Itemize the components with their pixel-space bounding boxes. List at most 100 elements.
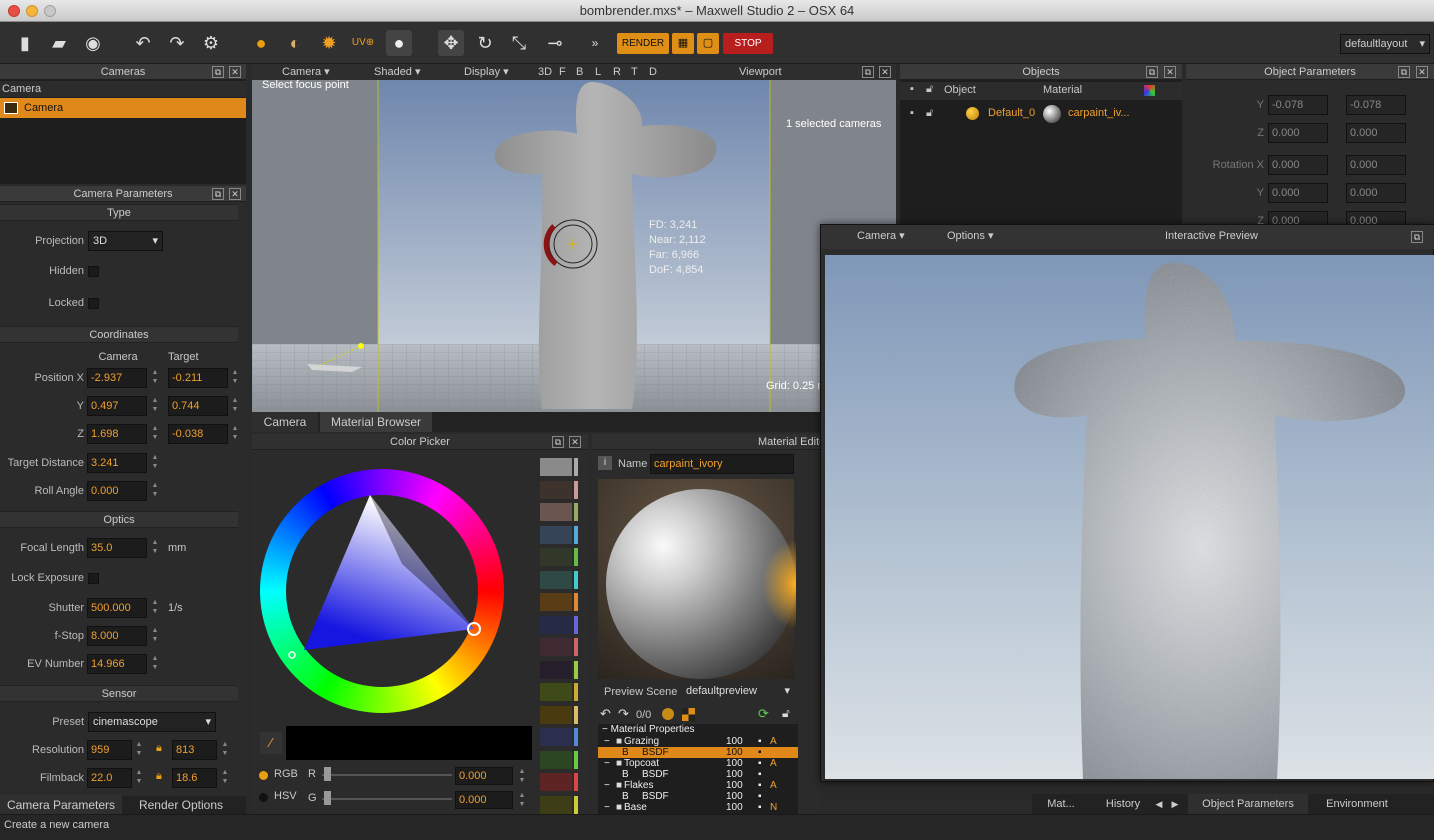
minimize-window-button[interactable] <box>26 5 38 17</box>
tab-render-options[interactable]: Render Options <box>124 795 238 815</box>
material-icon[interactable]: ◐ <box>282 30 308 56</box>
viewport-panel[interactable]: Camera ▾ Shaded ▾ Display ▾ 3D F B L R T… <box>252 64 896 412</box>
material-layer-row[interactable]: B BSDF 100 ▪ <box>598 769 798 780</box>
close-icon[interactable]: ✕ <box>229 188 241 200</box>
hsv-radio[interactable] <box>259 793 268 802</box>
resolution-width-input[interactable]: 959 <box>87 740 132 760</box>
stop-button[interactable]: STOP <box>723 33 773 54</box>
lock-icon[interactable]: 🔒︎ <box>156 770 162 783</box>
color-swatch[interactable] <box>540 750 572 769</box>
undock-icon[interactable]: ⧉ <box>212 188 224 200</box>
spinner[interactable]: ▲ ▼ <box>220 740 230 760</box>
spinner[interactable]: ▲ ▼ <box>150 368 160 388</box>
r-slider-track[interactable] <box>322 774 452 776</box>
lock-icon[interactable]: 🔒︎ <box>156 742 162 755</box>
view-bottom-button[interactable]: D <box>649 64 657 80</box>
spinner[interactable]: ▲ ▼ <box>150 654 160 674</box>
viewport-camera-menu[interactable]: Camera ▾ <box>282 64 330 80</box>
material-layer-row[interactable]: B BSDF 100 ▪ <box>598 791 798 802</box>
viewport-display-menu[interactable]: Display ▾ <box>464 64 509 80</box>
tab-materials[interactable]: Mat... <box>1032 794 1090 814</box>
g-slider-track[interactable] <box>322 798 452 800</box>
tab-environment[interactable]: Environment <box>1312 794 1402 814</box>
position-x-camera-input[interactable]: -2.937 <box>87 368 147 388</box>
object-param-input[interactable]: 0.000 <box>1346 123 1406 143</box>
undock-icon[interactable]: ⧉ <box>212 66 224 78</box>
gear-icon[interactable]: ⚙ <box>198 30 224 56</box>
spinner[interactable]: ▲ ▼ <box>517 791 527 809</box>
filmback-width-input[interactable]: 22.0 <box>87 768 132 788</box>
layer-toggle-icon[interactable]: ▪ <box>758 791 762 802</box>
tab-object-parameters[interactable]: Object Parameters <box>1188 794 1308 814</box>
color-swatch[interactable] <box>540 728 572 746</box>
emitter-icon[interactable]: ✹ <box>316 30 342 56</box>
spinner[interactable]: ▲ ▼ <box>150 424 160 444</box>
tab-scroll-left[interactable]: ◀ <box>1152 794 1166 814</box>
spinner[interactable]: ▲ ▼ <box>150 626 160 646</box>
view-right-button[interactable]: R <box>613 64 621 80</box>
spinner[interactable]: ▲ ▼ <box>517 767 527 785</box>
spinner[interactable]: ▲ ▼ <box>220 768 230 788</box>
visibility-icon[interactable]: ▪ <box>910 107 914 119</box>
zoom-window-button[interactable] <box>44 5 56 17</box>
close-window-button[interactable] <box>8 5 20 17</box>
tab-camera[interactable]: Camera <box>252 412 318 432</box>
tab-scroll-right[interactable]: ▶ <box>1168 794 1182 814</box>
color-swatch[interactable] <box>540 593 572 611</box>
redo-icon[interactable]: ↷ <box>618 706 629 722</box>
pivot-icon[interactable]: ⊸ <box>542 30 568 56</box>
object-param-input[interactable]: -0.078 <box>1268 95 1328 115</box>
close-icon[interactable]: ✕ <box>229 66 241 78</box>
ev-number-input[interactable]: 14.966 <box>87 654 147 674</box>
material-layer-row[interactable]: − ■ Grazing 100 ▪ A <box>598 736 798 747</box>
tab-material-browser[interactable]: Material Browser <box>320 412 432 432</box>
view-front-button[interactable]: F <box>559 64 566 80</box>
undock-icon[interactable]: ⧉ <box>1411 231 1423 243</box>
undock-icon[interactable]: ⧉ <box>552 436 564 448</box>
uv-icon[interactable]: UV⊕ <box>350 30 376 56</box>
close-icon[interactable]: ✕ <box>879 66 891 78</box>
g-slider-handle[interactable] <box>324 791 331 805</box>
object-row[interactable]: ▪ 🔓︎ Default_0 carpaint_iv... <box>900 102 1182 126</box>
saturation-triangle[interactable] <box>252 434 552 734</box>
region-render-icon[interactable]: ▦ <box>672 33 694 54</box>
r-slider-handle[interactable] <box>324 767 331 781</box>
color-swatch[interactable] <box>540 705 572 724</box>
spinner[interactable]: ▲ ▼ <box>150 453 160 473</box>
undo-icon[interactable]: ↶ <box>130 30 156 56</box>
redo-icon[interactable]: ↷ <box>164 30 190 56</box>
color-swatch[interactable] <box>540 458 572 476</box>
preset-select[interactable]: cinemascope ▾ <box>88 712 216 732</box>
position-y-camera-input[interactable]: 0.497 <box>87 396 147 416</box>
position-y-target-input[interactable]: 0.744 <box>168 396 228 416</box>
color-swatch[interactable] <box>540 660 572 679</box>
camera-list-item[interactable]: Camera <box>0 98 246 118</box>
position-x-target-input[interactable]: -0.211 <box>168 368 228 388</box>
projection-select[interactable]: 3D ▾ <box>88 231 163 251</box>
render-button[interactable]: RENDER <box>617 33 669 54</box>
preview-camera-menu[interactable]: Camera ▾ <box>857 225 905 247</box>
new-file-icon[interactable]: ▮ <box>12 30 38 56</box>
close-icon[interactable]: ✕ <box>569 436 581 448</box>
hidden-checkbox[interactable] <box>88 266 99 277</box>
open-folder-icon[interactable]: ▰ <box>46 30 72 56</box>
roll-angle-input[interactable]: 0.000 <box>87 481 147 501</box>
sphere-object-icon[interactable]: ● <box>248 30 274 56</box>
spinner[interactable]: ▲ ▼ <box>230 424 240 444</box>
object-param-input[interactable]: 0.000 <box>1268 155 1328 175</box>
lock-icon[interactable]: 🔓︎ <box>782 706 790 721</box>
object-param-input[interactable]: 0.000 <box>1268 183 1328 203</box>
close-icon[interactable]: ✕ <box>1164 66 1176 78</box>
color-swatch[interactable] <box>540 615 572 634</box>
checker-icon[interactable] <box>682 708 695 721</box>
filmback-height-input[interactable]: 18.6 <box>172 768 217 788</box>
shutter-input[interactable]: 500.000 <box>87 598 147 618</box>
view-top-button[interactable]: T <box>631 64 638 80</box>
object-param-input[interactable]: -0.078 <box>1346 95 1406 115</box>
close-icon[interactable]: ✕ <box>1416 66 1428 78</box>
layer-toggle-icon[interactable]: ▪ <box>758 736 762 747</box>
spinner[interactable]: ▲ ▼ <box>150 481 160 501</box>
layer-toggle-icon[interactable]: ▪ <box>758 769 762 780</box>
spinner[interactable]: ▲ ▼ <box>134 768 144 788</box>
color-swatch[interactable] <box>540 683 572 701</box>
